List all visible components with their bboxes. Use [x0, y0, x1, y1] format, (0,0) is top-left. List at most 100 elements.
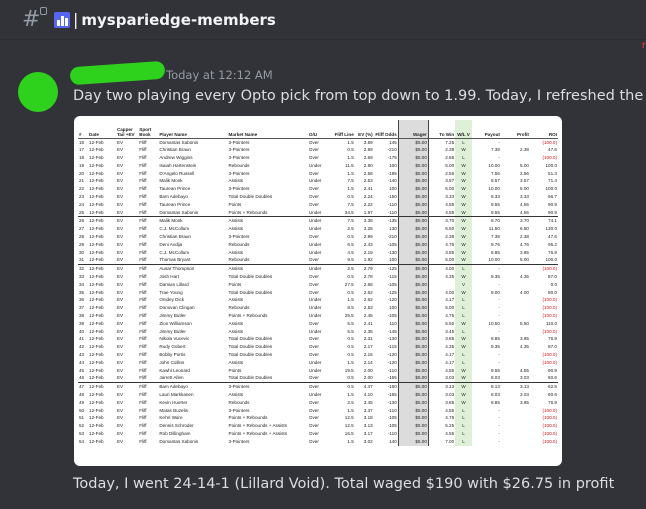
ou-cell: Over	[308, 201, 319, 207]
line-cell: 1.5	[347, 170, 354, 176]
capper-cell: EV	[116, 352, 124, 358]
message-timestamp[interactable]: Today at 12:12 AM	[166, 68, 273, 82]
ou-cell: Over	[308, 281, 319, 287]
row-number: 37	[79, 305, 85, 311]
date-cell: 12-Feb	[89, 289, 104, 295]
roi-cell: (100.0)	[542, 415, 557, 421]
table-row: 31 12-Feb EV Fliff Thomas Bryant Rebounds Over…	[78, 256, 558, 265]
ou-cell: Over	[308, 147, 319, 153]
wager-cell: $5.00	[397, 169, 429, 178]
wager-cell: $5.00	[397, 154, 429, 162]
payout-cell: 8.33	[490, 194, 500, 200]
capper-cell: EV	[116, 201, 124, 207]
payout-cell: 8.13	[471, 382, 501, 391]
ev-cell: 2.68	[363, 281, 373, 287]
roi-cell: 47.6	[548, 147, 557, 153]
row-number: 42	[79, 344, 85, 350]
wl-cell: L	[455, 154, 472, 162]
line-cell: 5.5	[347, 328, 354, 334]
wager-cell: $5.00	[397, 351, 429, 359]
payout-cell: -	[498, 407, 500, 413]
book-cell: Fliff	[139, 359, 147, 365]
ev-cell: 2.53	[363, 178, 373, 184]
towin-cell: 3.03	[445, 375, 455, 381]
row-number: 18	[79, 155, 85, 161]
player-cell: D'Angelo Russell	[159, 170, 195, 176]
odds-cell: -115	[387, 344, 397, 350]
row-number: 36	[79, 297, 85, 303]
ou-cell: Under	[308, 328, 322, 334]
channel-header: # | myspariedge-members	[0, 0, 646, 40]
discord-window: # | myspariedge-members r Today at 12:12…	[0, 0, 646, 509]
ev-cell: 2.24	[363, 194, 373, 200]
roi-cell: 87.0	[548, 274, 557, 280]
roi-cell: 100.0	[545, 162, 558, 168]
capper-cell: EV	[116, 313, 124, 319]
profit-cell: 3.85	[519, 399, 529, 405]
ou-cell: Over	[308, 344, 319, 350]
profit-cell: 3.57	[519, 178, 529, 184]
player-cell: Josh Hart	[159, 274, 179, 280]
row-number: 17	[79, 147, 85, 153]
player-cell: Matas Buzelis	[159, 407, 188, 413]
col-header-market: Market Name	[227, 120, 308, 139]
market-cell: Rebounds	[228, 241, 250, 247]
roi-cell: 80.0	[548, 289, 557, 295]
book-cell: Fliff	[139, 241, 147, 247]
profit-cell: 4.76	[519, 241, 529, 247]
towin-cell: 4.76	[445, 313, 455, 319]
col-header-payout: Payout	[471, 120, 501, 139]
towin-cell: 4.00	[428, 264, 456, 274]
date-cell: 12-Feb	[89, 328, 104, 334]
market-cell: Points	[228, 201, 242, 207]
date-cell: 12-Feb	[89, 249, 104, 255]
date-cell: 12-Feb	[89, 399, 104, 405]
ev-cell: 3.18	[363, 415, 373, 421]
wl-cell: W	[455, 200, 472, 209]
table-row: 26 12-Feb EV Fliff Malik Monk Assists Under 7.5…	[78, 216, 558, 226]
market-cell: Assists	[227, 264, 308, 274]
date-cell: 12-Feb	[89, 234, 104, 240]
odds-cell: -110	[387, 201, 397, 207]
ou-cell: Over	[308, 170, 319, 176]
table-row: 17 12-Feb EV Fliff Christian Braun 3-Pointers…	[78, 146, 558, 155]
date-cell: 12-Feb	[89, 344, 104, 350]
towin-cell: 3.03	[445, 392, 455, 397]
attached-image-spreadsheet[interactable]: # Date Capper Tail +EV Sport Book Player…	[74, 116, 562, 466]
date-cell: 12-Feb	[89, 170, 104, 176]
user-avatar[interactable]	[18, 72, 58, 112]
wager-cell: $5.00	[397, 304, 429, 313]
payout-cell: -	[498, 281, 500, 287]
profit-cell: 5.00	[519, 162, 529, 168]
table-row: 33 12-Feb EV Fliff Josh Hart Total Double Dou…	[78, 273, 558, 281]
capper-cell: EV	[116, 438, 124, 444]
ou-cell: Under	[307, 216, 333, 226]
towin-cell: 4.76	[445, 241, 455, 247]
profit-cell: 3.85	[519, 336, 529, 342]
row-number: 19	[79, 162, 85, 168]
market-cell: Total Double Doubles	[228, 194, 273, 200]
row-number: 54	[79, 438, 85, 444]
odds-cell: -140	[387, 178, 397, 184]
odds-cell: -195	[387, 170, 397, 176]
profit-cell	[501, 351, 530, 359]
book-cell: Fliff	[139, 392, 147, 397]
towin-cell: 3.13	[428, 382, 456, 391]
book-cell: Fliff	[139, 438, 147, 444]
date-cell: 12-Feb	[89, 226, 104, 232]
book-cell: Fliff	[139, 367, 147, 373]
payout-cell: 7.38	[490, 147, 500, 153]
ou-cell: Under	[308, 249, 322, 255]
market-cell: 3-Pointers	[228, 170, 250, 176]
redacted-username[interactable]	[69, 60, 166, 86]
market-cell: Assists	[228, 178, 244, 184]
capper-cell: EV	[115, 382, 139, 391]
towin-cell: 4.17	[445, 297, 455, 303]
ev-cell: 3.36	[354, 216, 374, 226]
player-cell: C.J. McCollum	[159, 249, 190, 255]
row-number: 34	[79, 281, 85, 287]
towin-cell: 5.00	[445, 186, 455, 192]
date-cell: 12-Feb	[89, 375, 104, 381]
payout-cell: 9.35	[490, 274, 500, 280]
profit-cell: 4.35	[519, 344, 529, 350]
